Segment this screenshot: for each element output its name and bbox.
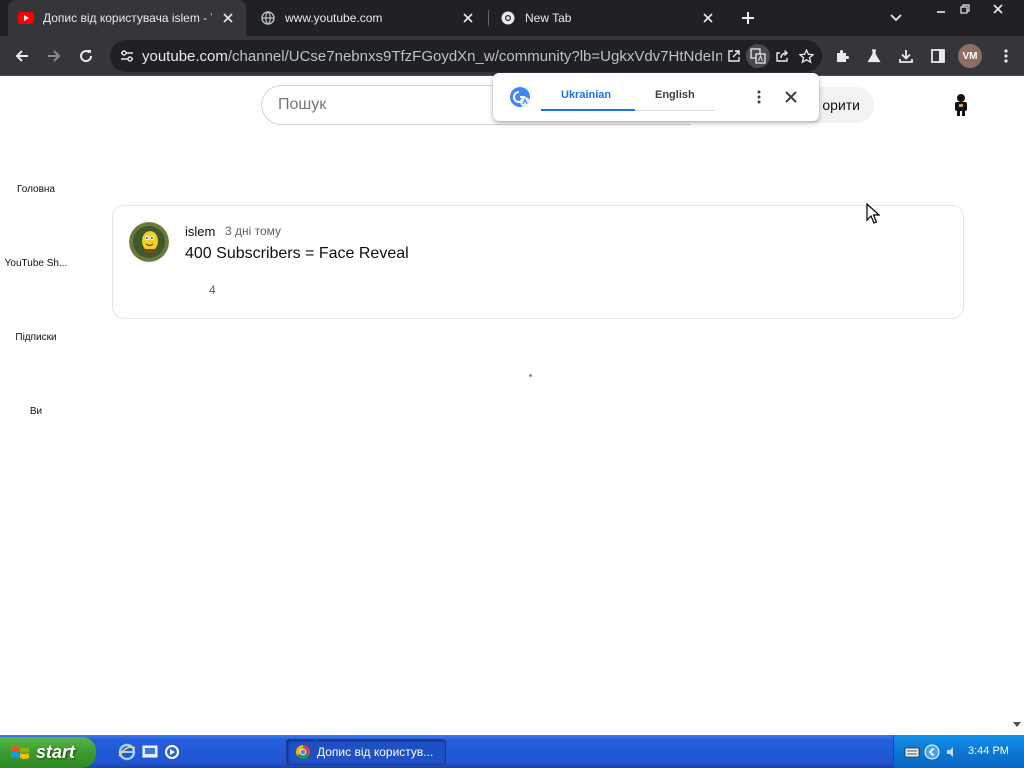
translate-popup: Ukrainian English [493,73,819,121]
youtube-icon [18,10,34,26]
tab-title: New Tab [525,11,572,25]
active-tab-indicator [541,109,635,111]
sidebar-item-shorts[interactable]: YouTube Sh... [0,258,72,269]
show-desktop-icon[interactable] [141,743,159,761]
post-text: 400 Subscribers = Face Reveal [185,245,409,262]
minimize-button[interactable] [928,0,954,18]
tab-title: Допис від користувача islem - YouTube [43,11,212,25]
window-close-button[interactable] [985,0,1011,18]
url-text: youtube.com/channel/UCse7nebnxs9TfzFGoyd… [142,48,722,65]
tab-divider [635,110,715,111]
tab-youtube-www[interactable]: www.youtube.com [250,0,486,36]
sidebar-item-you[interactable]: Ви [0,406,72,417]
keyboard-icon[interactable] [904,744,920,760]
sidebar-item-home[interactable]: Головна [0,184,72,195]
create-button-label: орити [822,97,860,113]
tab-title: www.youtube.com [285,11,383,25]
close-icon[interactable] [700,10,716,26]
forward-button[interactable] [40,42,68,70]
new-tab-button[interactable] [736,6,760,30]
windows-logo-icon [11,745,29,759]
internet-explorer-icon[interactable] [118,743,136,761]
media-player-icon[interactable] [163,743,181,761]
download-icon[interactable] [892,42,920,70]
back-button[interactable] [8,42,36,70]
volume-icon[interactable] [944,744,960,760]
like-count: 4 [209,283,216,297]
tab-strip: Допис від користувача islem - YouTube ww… [0,0,1024,36]
start-label: start [36,742,76,762]
community-post: islem 3 дні тому 400 Subscribers = Face … [112,205,964,319]
clock: 3:44 PM [968,745,1009,757]
close-icon[interactable] [781,87,801,107]
address-bar[interactable]: youtube.com/channel/UCse7nebnxs9TfzFGoyd… [110,40,822,72]
tab-separator [488,10,489,26]
taskbar-item-chrome[interactable]: Допис від користув... [286,739,446,765]
taskbar: start Допис від користув... 3:44 PM [0,735,1024,768]
labs-flask-icon[interactable] [860,42,888,70]
url-host: youtube.com [142,48,228,65]
tab-target-language[interactable]: English [655,89,695,101]
loading-spinner [529,374,532,377]
close-icon[interactable] [220,10,236,26]
chevron-left-icon[interactable] [924,744,940,760]
site-info-icon[interactable] [118,47,136,65]
scroll-down-arrow[interactable] [1013,721,1021,729]
side-panel-icon[interactable] [924,42,952,70]
reload-button[interactable] [72,42,100,70]
profile-avatar[interactable]: VM [958,44,982,68]
more-options-icon[interactable] [751,87,767,107]
channel-avatar[interactable] [129,222,169,262]
system-tray: 3:44 PM [893,735,1024,768]
open-external-icon[interactable] [722,44,746,68]
globe-icon [260,10,276,26]
tab-new-tab[interactable]: New Tab [490,0,726,36]
more-menu-icon[interactable] [992,42,1020,70]
chrome-icon [296,745,310,759]
start-button[interactable]: start [0,737,96,768]
mouse-cursor-icon [866,203,880,224]
chrome-icon [500,10,516,26]
tab-source-language[interactable]: Ukrainian [561,89,611,101]
close-icon[interactable] [460,10,476,26]
taskbar-item-label: Допис від користув... [317,745,434,759]
youtube-page: орити Головна YouTube Sh... Підписки Ви … [0,77,1024,735]
extensions-icon[interactable] [828,42,856,70]
tab-youtube-post[interactable]: Допис від користувача islem - YouTube [8,0,246,36]
url-path: /channel/UCse7nebnxs9TfzFGoydXn_w/commun… [227,48,722,65]
google-translate-icon [510,87,530,107]
sidebar-item-subscriptions[interactable]: Підписки [0,332,72,343]
bookmark-star-icon[interactable] [794,44,818,68]
translate-icon[interactable] [746,44,770,68]
post-timestamp[interactable]: 3 дні тому [225,224,281,238]
post-author[interactable]: islem [185,224,215,239]
user-avatar-icon[interactable] [952,93,970,117]
browser-toolbar: youtube.com/channel/UCse7nebnxs9TfzFGoyd… [0,36,1024,76]
share-icon[interactable] [770,44,794,68]
chevron-down-icon[interactable] [886,8,906,28]
restore-button[interactable] [952,0,978,18]
